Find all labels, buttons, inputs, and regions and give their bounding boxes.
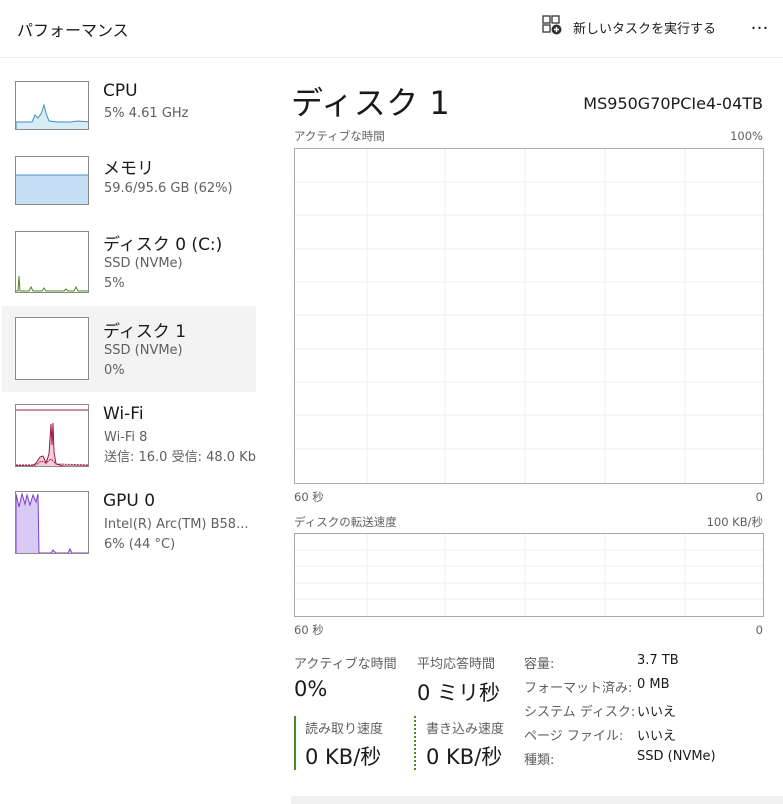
- sidebar-item-detail: Wi-Fi 8: [104, 430, 148, 445]
- active-time-graph: [294, 148, 764, 484]
- graph-transfer-span: 60 秒: [294, 623, 324, 637]
- add-task-icon: [541, 14, 563, 40]
- sidebar-item-usage: 5%: [104, 276, 125, 291]
- graph-active-time-min: 0: [755, 490, 763, 504]
- sidebar-item-name: メモリ: [103, 159, 154, 179]
- cpu-thumbnail: [15, 81, 89, 130]
- sidebar-item-usage: 6% (44 °C): [104, 537, 176, 552]
- more-dots-icon[interactable]: …: [746, 14, 774, 38]
- horizontal-scrollbar[interactable]: [291, 796, 783, 804]
- write-speed-bar: [414, 716, 416, 770]
- formatted-label: フォーマット済み:: [524, 681, 633, 696]
- sidebar-item-detail: 59.6/95.6 GB (62%): [104, 181, 233, 196]
- sidebar-item-detail: Intel(R) Arc(TM) B58...: [104, 517, 249, 532]
- sidebar-item-gpu[interactable]: GPU 0 Intel(R) Arc(TM) B58... 6% (44 °C): [2, 484, 256, 560]
- memory-thumbnail: [15, 156, 89, 205]
- page-file-label: ページ ファイル:: [524, 729, 624, 744]
- write-speed-label: 書き込み速度: [426, 722, 505, 737]
- sidebar-item-disk1[interactable]: ディスク 1 SSD (NVMe) 0%: [2, 306, 256, 392]
- type-value: SSD (NVMe): [637, 749, 716, 764]
- graph-active-time-span: 60 秒: [294, 490, 324, 504]
- gpu-thumbnail: [15, 491, 89, 554]
- page-file-value: いいえ: [637, 729, 677, 744]
- active-time-grid: [295, 149, 763, 483]
- active-time-value: 0%: [294, 677, 328, 701]
- disk1-thumbnail: [15, 317, 89, 380]
- sidebar-item-name: CPU: [103, 81, 138, 101]
- read-speed-value: 0 KB/秒: [305, 745, 382, 769]
- response-time-value: 0 ミリ秒: [417, 681, 501, 705]
- sidebar-item-detail: SSD (NVMe): [104, 343, 183, 358]
- capacity-label: 容量:: [524, 657, 555, 672]
- graph-transfer-min: 0: [755, 623, 763, 637]
- response-time-label: 平均応答時間: [417, 657, 496, 672]
- sidebar-item-name: Wi-Fi: [103, 404, 144, 424]
- disk0-thumbnail: [15, 231, 89, 293]
- transfer-rate-graph: [294, 533, 764, 617]
- sidebar-item-name: GPU 0: [103, 491, 156, 511]
- write-speed-value: 0 KB/秒: [426, 745, 503, 769]
- sidebar-item-memory[interactable]: メモリ 59.6/95.6 GB (62%): [2, 146, 256, 224]
- graph-transfer-label: ディスクの転送速度: [294, 515, 397, 529]
- graph-active-time-label: アクティブな時間: [294, 129, 385, 143]
- read-speed-bar: [294, 716, 296, 770]
- sidebar-item-disk0[interactable]: ディスク 0 (C:) SSD (NVMe) 5%: [2, 222, 256, 306]
- graph-transfer-max: 100 KB/秒: [706, 515, 763, 529]
- header-bar: パフォーマンス 新しいタスクを実行する …: [0, 0, 783, 58]
- sidebar-item-cpu[interactable]: CPU 5% 4.61 GHz: [2, 72, 256, 150]
- transfer-rate-grid: [295, 534, 763, 616]
- disk-title: ディスク 1: [291, 84, 451, 122]
- capacity-value: 3.7 TB: [637, 653, 679, 668]
- new-task-button[interactable]: 新しいタスクを実行する: [541, 15, 716, 39]
- sidebar-item-detail: SSD (NVMe): [104, 256, 183, 271]
- sidebar-item-name: ディスク 1: [103, 322, 187, 342]
- sidebar-item-name: ディスク 0 (C:): [103, 235, 223, 255]
- active-time-label: アクティブな時間: [294, 657, 397, 672]
- formatted-value: 0 MB: [637, 677, 670, 692]
- system-disk-label: システム ディスク:: [524, 705, 636, 720]
- read-speed-label: 読み取り速度: [305, 722, 384, 737]
- graph-active-time-max: 100%: [730, 129, 763, 143]
- sidebar-item-throughput: 送信: 16.0 受信: 48.0 Kb: [104, 450, 256, 465]
- page-title: パフォーマンス: [17, 21, 129, 40]
- sidebar-item-detail: 5% 4.61 GHz: [104, 106, 189, 121]
- wifi-thumbnail: [15, 404, 89, 467]
- system-disk-value: いいえ: [637, 705, 677, 720]
- sidebar-item-wifi[interactable]: Wi-Fi Wi-Fi 8 送信: 16.0 受信: 48.0 Kb: [2, 398, 256, 478]
- sidebar-item-usage: 0%: [104, 363, 125, 378]
- new-task-label: 新しいタスクを実行する: [573, 21, 717, 37]
- disk-model: MS950G70PCIe4-04TB: [583, 94, 763, 113]
- type-label: 種類:: [524, 753, 555, 768]
